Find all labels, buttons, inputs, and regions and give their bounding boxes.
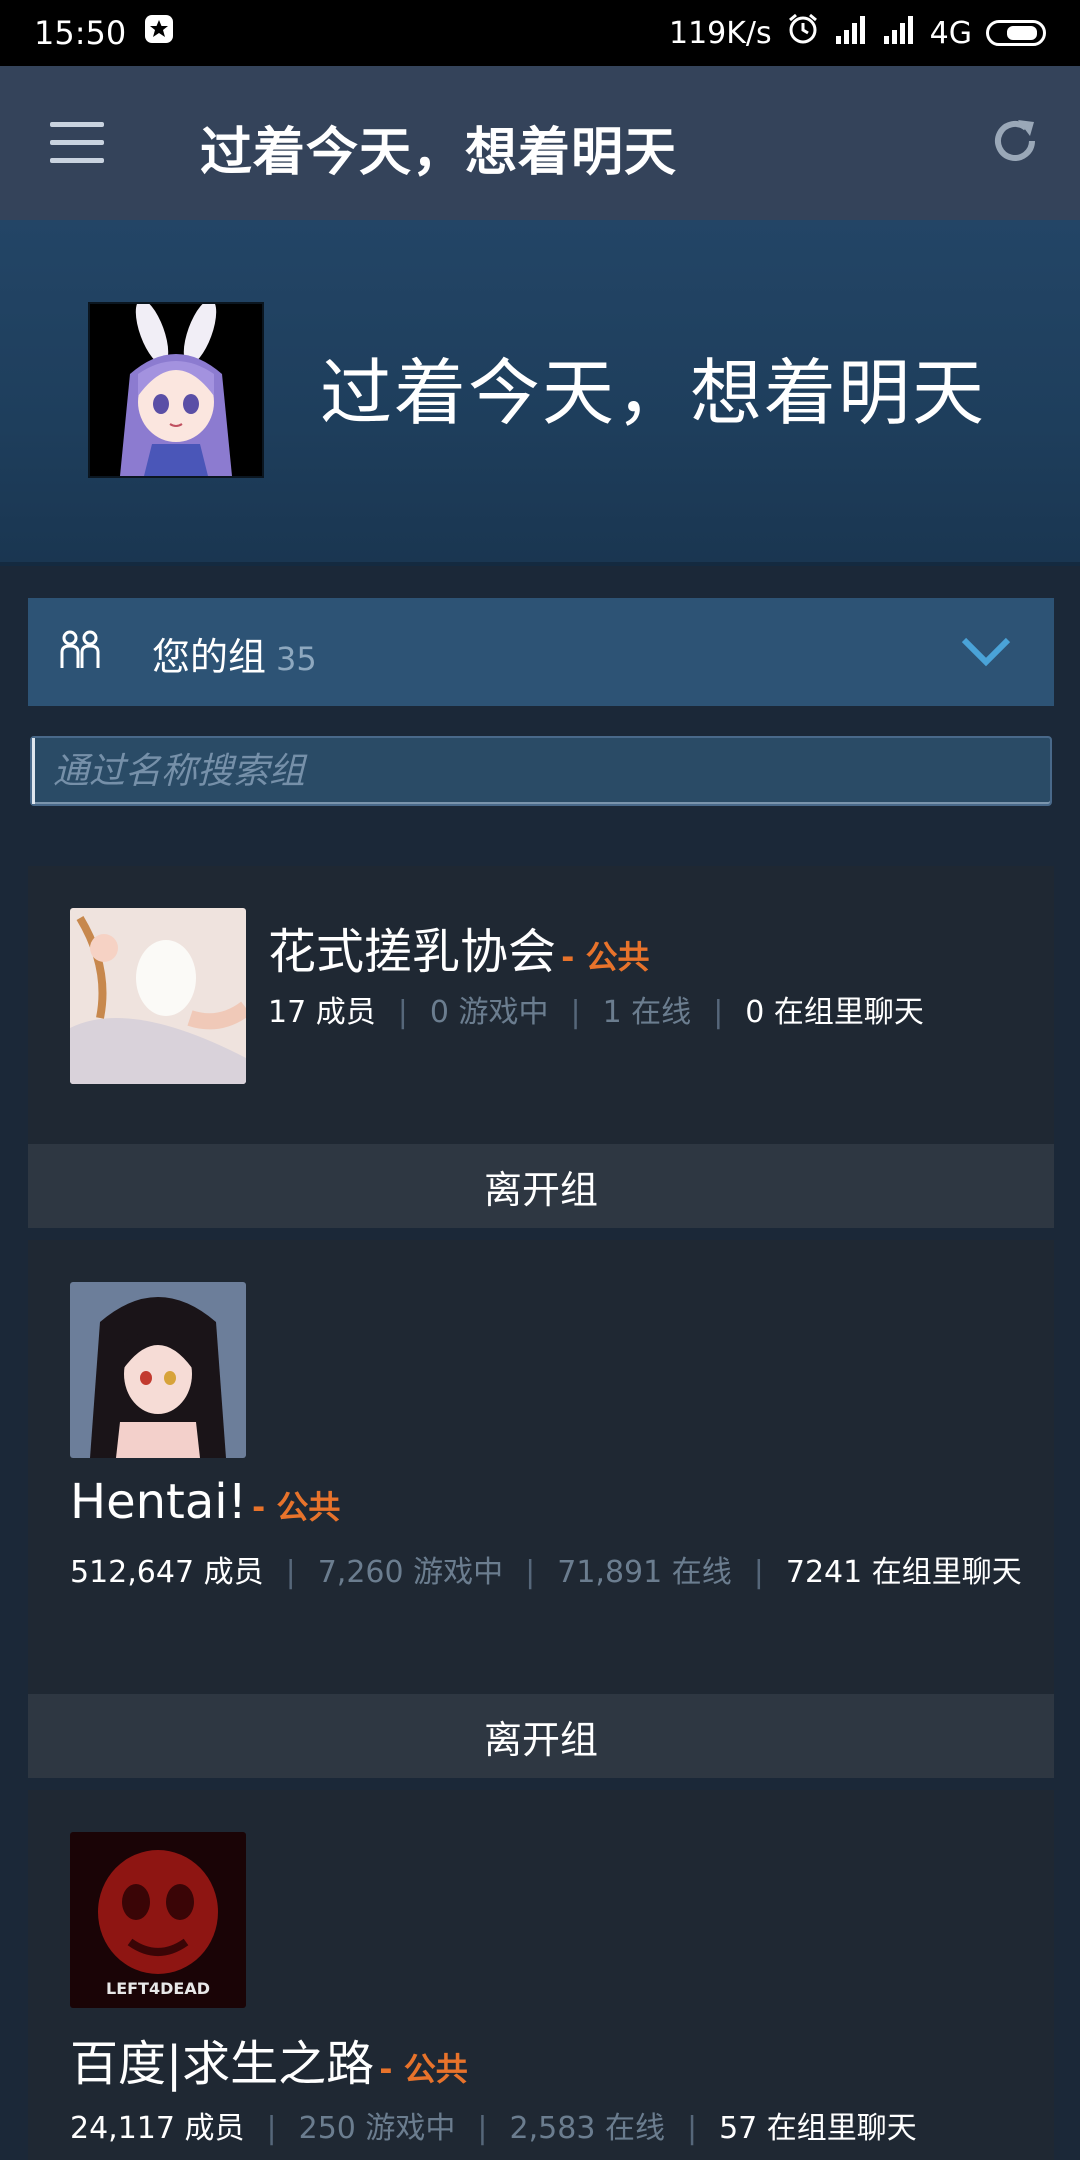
member-count: 24,117 成员	[70, 2111, 245, 2146]
divider: |	[477, 2111, 488, 2146]
visibility-badge: - 公共	[561, 938, 650, 976]
net-speed: 119K/s	[668, 15, 772, 51]
group-name[interactable]: Hentai!	[70, 1474, 247, 1530]
in-game-count: 7,260 游戏中	[317, 1555, 504, 1590]
group-thumbnail[interactable]: LEFT4DEAD	[70, 1832, 246, 2008]
online-count: 2,583 在线	[509, 2111, 665, 2146]
search-input[interactable]	[32, 738, 1050, 804]
network-type: 4G	[929, 15, 972, 51]
leave-group-button[interactable]: 离开组	[28, 1694, 1054, 1778]
group-card[interactable]: 花式搓乳协会 - 公共 17 成员 | 0 游戏中 | 1 在线 | 0 在组里聊天 离开组	[28, 866, 1054, 1228]
member-count: 512,647 成员	[70, 1555, 264, 1590]
divider: |	[266, 2111, 277, 2146]
group-title-row: 百度|求生之路 - 公共	[70, 2024, 468, 2094]
group-card[interactable]: Hentai! - 公共 512,647 成员 | 7,260 游戏中 | 71,891…	[28, 1240, 1054, 1778]
chat-count: 7241 在组里聊天	[785, 1555, 1022, 1590]
your-groups-section[interactable]: 您的组 35	[28, 598, 1054, 706]
group-name[interactable]: 花式搓乳协会	[268, 924, 556, 980]
divider: |	[713, 995, 724, 1030]
group-icon	[56, 628, 104, 676]
battery-icon	[986, 20, 1046, 46]
menu-icon[interactable]	[50, 122, 104, 164]
signal-icon	[834, 14, 868, 52]
group-count: 35	[276, 640, 317, 678]
online-count: 1 在线	[602, 995, 692, 1030]
group-name[interactable]: 百度|求生之路	[70, 2036, 374, 2092]
in-game-count: 250 游戏中	[298, 2111, 456, 2146]
group-stats: 512,647 成员 | 7,260 游戏中 | 71,891 在线 | 7241 在组里聊…	[70, 1550, 1030, 1596]
visibility-badge: - 公共	[379, 2050, 468, 2088]
leave-group-button[interactable]: 离开组	[28, 1144, 1054, 1228]
app-bar: 过着今天，想着明天	[0, 66, 1080, 220]
group-stats: 17 成员 | 0 游戏中 | 1 在线 | 0 在组里聊天	[268, 990, 924, 1036]
divider: |	[753, 1555, 764, 1590]
signal-icon-2	[882, 14, 916, 52]
online-count: 71,891 在线	[557, 1555, 732, 1590]
status-time: 15:50	[34, 14, 127, 52]
divider: |	[397, 995, 408, 1030]
in-game-count: 0 游戏中	[429, 995, 549, 1030]
status-bar: 15:50 119K/s 4G	[0, 0, 1080, 66]
group-thumbnail[interactable]	[70, 908, 246, 1084]
alarm-icon	[786, 12, 820, 54]
refresh-icon[interactable]	[988, 114, 1042, 168]
divider: |	[570, 995, 581, 1030]
profile-name: 过着今天，想着明天	[320, 351, 987, 435]
group-thumbnail[interactable]	[70, 1282, 246, 1458]
search-box[interactable]	[30, 736, 1052, 806]
notification-icon	[144, 14, 174, 52]
visibility-badge: - 公共	[251, 1488, 341, 1526]
profile-banner: 过着今天，想着明天	[0, 220, 1080, 566]
section-label: 您的组 35	[152, 626, 317, 681]
thumbnail-caption: LEFT4DEAD	[106, 1979, 210, 1998]
section-title: 您的组	[152, 635, 267, 679]
chat-count: 0 在组里聊天	[745, 995, 924, 1030]
divider: |	[686, 2111, 698, 2146]
group-title-row: Hentai! - 公共	[70, 1474, 340, 1530]
member-count: 17 成员	[268, 995, 376, 1030]
group-card[interactable]: LEFT4DEAD 百度|求生之路 - 公共 24,117 成员 | 250 游戏中…	[28, 1790, 1054, 2160]
chat-count: 57 在组里聊天	[719, 2111, 917, 2146]
divider: |	[525, 1555, 536, 1590]
divider: |	[285, 1555, 296, 1590]
group-stats: 24,117 成员 | 250 游戏中 | 2,583 在线 | 57 在组里聊天	[70, 2106, 1030, 2152]
group-title-row: 花式搓乳协会 - 公共	[268, 912, 650, 982]
page-title: 过着今天，想着明天	[200, 123, 678, 183]
avatar[interactable]	[88, 302, 264, 478]
chevron-down-icon[interactable]	[960, 632, 1012, 672]
